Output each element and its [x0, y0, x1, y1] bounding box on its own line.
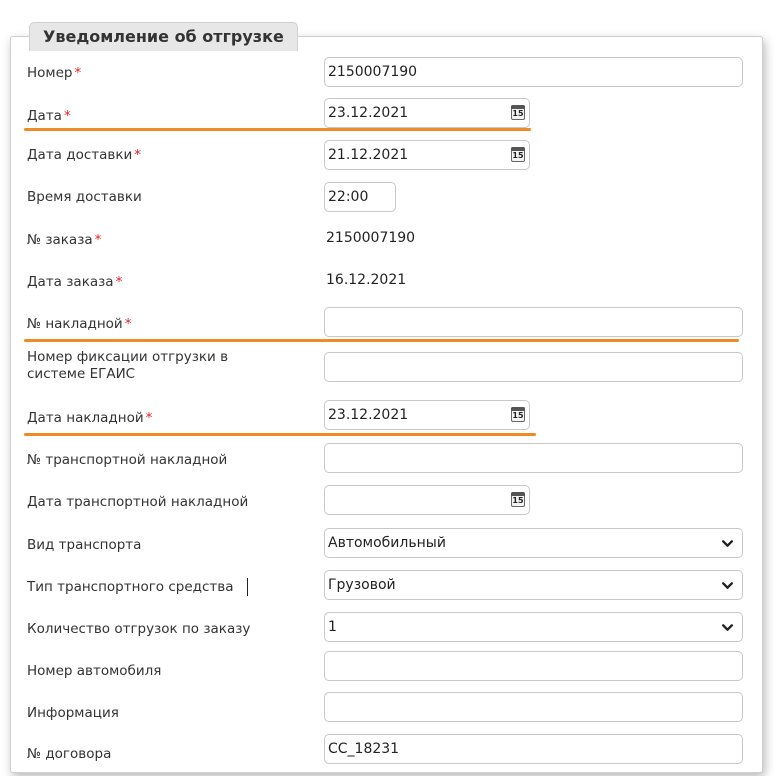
invoice-date-label: Дата накладной *	[27, 410, 153, 426]
highlight-underline-date	[24, 128, 531, 131]
chevron-down-icon	[721, 540, 734, 547]
shipments-count-selected: 1	[328, 619, 337, 635]
egais-number-input[interactable]	[324, 352, 743, 382]
form-title: Уведомление об отгрузке	[29, 22, 298, 51]
highlight-underline-invoice	[24, 339, 739, 342]
invoice-number-label: № накладной *	[27, 316, 132, 332]
order-number-label: № заказа *	[27, 232, 102, 248]
vehicle-type-select[interactable]: Грузовой	[324, 570, 743, 600]
transport-invoice-number-label: № транспортной накладной	[27, 452, 228, 468]
delivery-date-input[interactable]: 21.12.2021	[324, 140, 530, 170]
contract-number-label: № договора	[27, 746, 112, 762]
transport-type-selected: Автомобильный	[328, 535, 446, 551]
car-number-input[interactable]	[324, 651, 743, 681]
order-date-value: 16.12.2021	[326, 272, 407, 288]
vehicle-type-selected: Грузовой	[328, 577, 396, 593]
calendar-icon[interactable]: 15	[511, 492, 525, 507]
date-label: Дата *	[27, 108, 71, 124]
transport-invoice-date-label: Дата транспортной накладной	[27, 494, 249, 510]
chevron-down-icon	[721, 582, 734, 589]
order-date-label: Дата заказа *	[27, 274, 123, 290]
number-input[interactable]: 2150007190	[324, 57, 743, 87]
date-input[interactable]: 23.12.2021	[324, 98, 530, 128]
contract-number-input[interactable]: CC_18231	[324, 734, 743, 764]
shipments-count-select[interactable]: 1	[324, 612, 743, 642]
order-number-value: 2150007190	[326, 230, 416, 246]
transport-invoice-date-input[interactable]	[324, 485, 530, 515]
delivery-time-input[interactable]: 22:00	[324, 182, 396, 212]
transport-invoice-number-input[interactable]	[324, 443, 743, 473]
highlight-underline-invoice-date	[24, 433, 536, 436]
egais-number-label: Номер фиксации отгрузки в системе ЕГАИС	[27, 349, 229, 382]
calendar-icon[interactable]: 15	[511, 147, 525, 162]
transport-type-select[interactable]: Автомобильный	[324, 528, 743, 558]
delivery-date-label: Дата доставки *	[27, 147, 142, 163]
invoice-number-input[interactable]	[324, 307, 743, 337]
calendar-icon[interactable]: 15	[511, 105, 525, 120]
information-input[interactable]	[324, 692, 743, 722]
number-label: Номер *	[27, 65, 82, 81]
vehicle-type-label: Тип транспортного средства	[27, 579, 234, 595]
invoice-date-input[interactable]: 23.12.2021	[324, 400, 530, 430]
delivery-time-label: Время доставки	[27, 189, 142, 205]
car-number-label: Номер автомобиля	[27, 663, 162, 679]
chevron-down-icon	[721, 624, 734, 631]
information-label: Информация	[27, 705, 119, 721]
shipments-count-label: Количество отгрузок по заказу	[27, 621, 251, 637]
text-cursor	[247, 578, 248, 596]
calendar-icon[interactable]: 15	[511, 407, 525, 422]
transport-type-label: Вид транспорта	[27, 537, 142, 553]
